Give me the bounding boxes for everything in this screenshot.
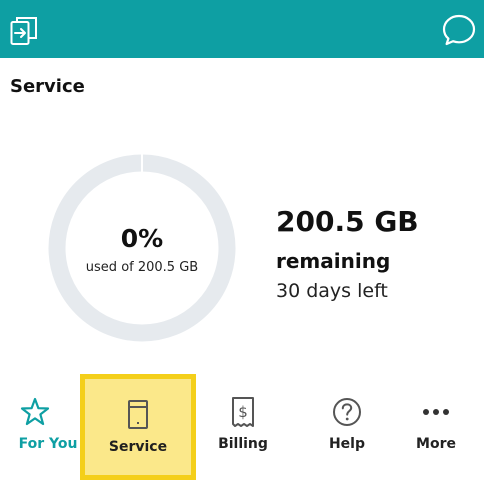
chat-bubble-icon[interactable]: [442, 14, 476, 46]
nav-more[interactable]: More: [388, 372, 484, 478]
remaining-label: remaining: [276, 249, 391, 273]
days-left: 30 days left: [276, 280, 388, 302]
page-title: Service: [10, 76, 85, 97]
nav-service[interactable]: Service: [80, 374, 196, 480]
account-switch-icon[interactable]: [10, 16, 38, 46]
nav-billing[interactable]: $ Billing: [195, 372, 291, 478]
svg-text:$: $: [238, 403, 248, 421]
usage-caption: used of 200.5 GB: [85, 260, 199, 275]
nav-label-help: Help: [328, 436, 366, 452]
device-icon: [128, 400, 148, 429]
nav-help[interactable]: Help: [299, 372, 395, 478]
more-dots-icon: [423, 409, 449, 415]
nav-label-billing: Billing: [218, 436, 268, 452]
help-icon: [333, 398, 361, 426]
remaining-amount: 200.5 GB: [276, 205, 419, 238]
usage-summary: 0% used of 200.5 GB: [48, 154, 236, 342]
bill-icon: $: [232, 397, 254, 427]
bottom-navigation: For You Service $ Billing Help More: [0, 372, 484, 488]
top-app-bar: [0, 0, 484, 58]
nav-label-more: More: [416, 436, 456, 452]
nav-label-service: Service: [108, 439, 168, 455]
usage-percent: 0%: [120, 224, 164, 253]
star-icon: [20, 397, 50, 426]
